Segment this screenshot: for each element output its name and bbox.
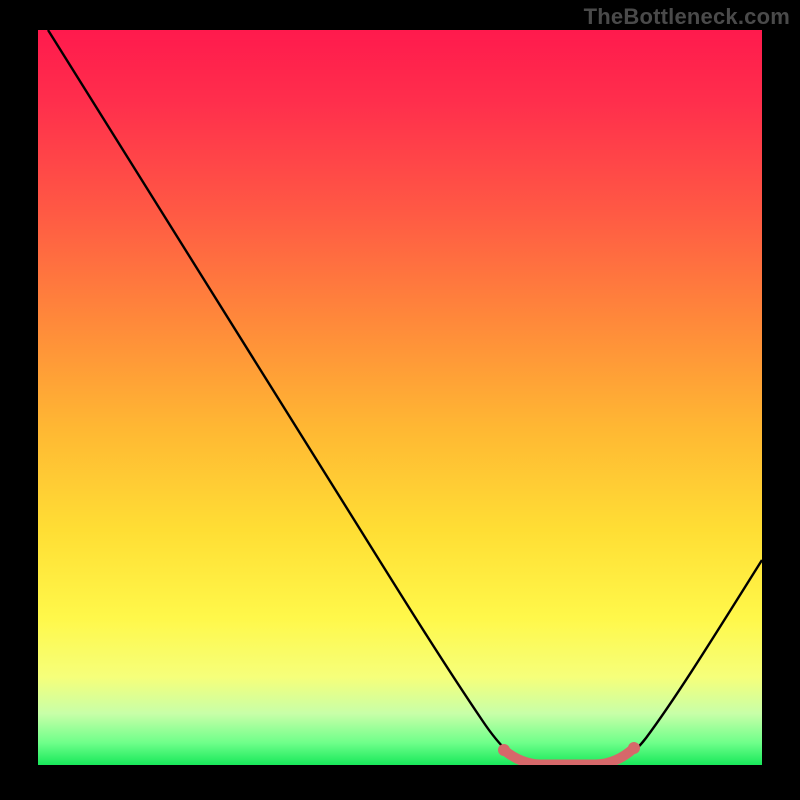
attribution-text: TheBottleneck.com xyxy=(584,4,790,30)
plot-area xyxy=(38,30,762,765)
curve-layer xyxy=(38,30,762,765)
chart-frame: TheBottleneck.com xyxy=(0,0,800,800)
bottleneck-curve xyxy=(48,30,762,765)
highlight-start-dot xyxy=(498,744,510,756)
highlight-band xyxy=(504,748,634,765)
highlight-end-dot xyxy=(628,742,640,754)
